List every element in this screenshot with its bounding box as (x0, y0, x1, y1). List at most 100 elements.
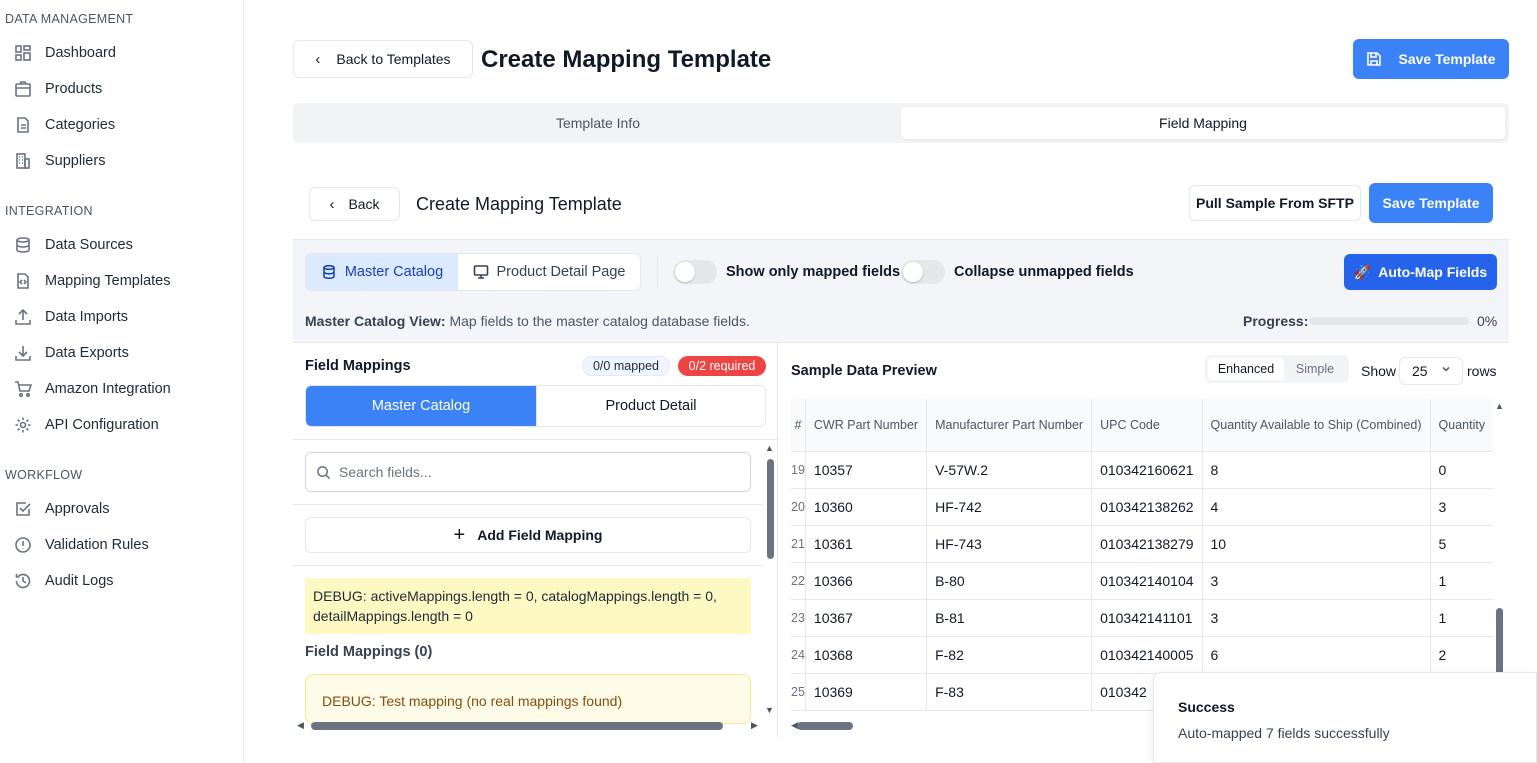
save-template-button[interactable]: Save Template (1353, 39, 1509, 79)
view-product-detail-button[interactable]: Product Detail Page (458, 254, 640, 290)
plus-icon: + (453, 524, 466, 546)
sidebar-item-label: API Configuration (45, 417, 159, 433)
sidebar-item-label: Dashboard (45, 45, 116, 61)
divider (293, 565, 763, 566)
table-cell: 0 (1429, 451, 1493, 489)
save-icon (1366, 51, 1382, 67)
table-cell: 10357 (804, 451, 927, 489)
auto-map-fields-button[interactable]: 🚀 Auto-Map Fields (1344, 254, 1497, 290)
column-header-quantity-combined: Quantity Available to Ship (Combined) (1201, 399, 1431, 452)
sidebar-item-api-configuration[interactable]: API Configuration (0, 410, 244, 440)
table-cell: 10360 (804, 488, 927, 526)
vertical-scrollbar[interactable]: ▲ ▼ (765, 443, 775, 715)
sidebar-item-label: Categories (45, 117, 116, 133)
row-number-cell: 23 (791, 599, 806, 637)
scroll-right-arrow[interactable]: ▶ (751, 720, 758, 731)
sample-data-table-container: # CWR Part Number Manufacturer Part Numb… (791, 399, 1493, 717)
table-row[interactable]: 21 10361 HF-743 010342138279 10 5 (791, 525, 1493, 563)
sidebar-item-validation-rules[interactable]: Validation Rules (0, 530, 244, 560)
table-cell: 3 (1429, 488, 1493, 526)
database-icon (14, 236, 32, 254)
field-mappings-title: Field Mappings (305, 358, 411, 374)
search-fields-input[interactable]: Search fields... (305, 452, 751, 492)
sidebar-item-dashboard[interactable]: Dashboard (0, 38, 244, 68)
table-cell: 1 (1429, 562, 1493, 600)
progress-value: 0% (1477, 313, 1498, 329)
sidebar-item-amazon-integration[interactable]: Amazon Integration (0, 374, 244, 404)
tab-master-catalog[interactable]: Master Catalog (306, 386, 536, 426)
save-template-label: Save Template (1398, 51, 1496, 67)
table-cell: F-83 (926, 673, 1092, 711)
table-row[interactable]: 23 10367 B-81 010342141101 3 1 (791, 599, 1493, 637)
sidebar-item-label: Mapping Templates (45, 273, 171, 289)
table-cell: 010342140005 (1091, 636, 1203, 674)
sidebar-item-audit-logs[interactable]: Audit Logs (0, 566, 244, 596)
mode-enhanced-button[interactable]: Enhanced (1208, 358, 1284, 380)
table-row[interactable]: 20 10360 HF-742 010342138262 4 3 (791, 488, 1493, 526)
scroll-up-arrow[interactable]: ▲ (1495, 401, 1504, 411)
table-row[interactable]: 19 10357 V-57W.2 010342160621 8 0 (791, 451, 1493, 489)
scroll-thumb[interactable] (767, 459, 774, 559)
horizontal-scrollbar[interactable]: ◀ ▶ (297, 720, 761, 732)
table-cell: HF-743 (926, 525, 1092, 563)
table-vertical-scrollbar[interactable]: ▲ (1495, 401, 1505, 681)
sidebar-item-data-sources[interactable]: Data Sources (0, 230, 244, 260)
history-icon (14, 572, 32, 590)
section-title: Create Mapping Template (416, 194, 622, 214)
table-cell: 010342141101 (1091, 599, 1203, 637)
sidebar-item-categories[interactable]: Categories (0, 110, 244, 140)
column-header-quantity: Quantity (1429, 399, 1493, 452)
sidebar-item-suppliers[interactable]: Suppliers (0, 146, 244, 176)
mode-simple-button[interactable]: Simple (1284, 362, 1346, 376)
sidebar-item-products[interactable]: Products (0, 74, 244, 104)
scroll-thumb[interactable] (1496, 608, 1503, 681)
required-count-badge: 0/2 required (678, 356, 766, 376)
sidebar-section-title: INTEGRATION (5, 204, 93, 218)
show-label: Show (1361, 363, 1397, 379)
show-mapped-toggle[interactable] (673, 260, 717, 284)
scroll-up-arrow[interactable]: ▲ (765, 443, 774, 453)
table-row[interactable]: 22 10366 B-80 010342140104 3 1 (791, 562, 1493, 600)
check-square-icon (14, 500, 32, 518)
divider (293, 439, 778, 440)
table-cell: B-81 (926, 599, 1092, 637)
sample-data-title: Sample Data Preview (791, 363, 937, 379)
sidebar-item-label: Products (45, 81, 103, 97)
table-cell: 10366 (804, 562, 927, 600)
view-description-text: Map fields to the master catalog databas… (449, 313, 750, 329)
tab-product-detail[interactable]: Product Detail (536, 386, 765, 426)
tab-field-mapping[interactable]: Field Mapping (901, 107, 1505, 139)
table-cell: 2 (1429, 636, 1493, 674)
rows-per-page-select[interactable]: 25 (1399, 357, 1463, 385)
sidebar-item-label: Data Exports (45, 345, 129, 361)
scroll-left-arrow[interactable]: ◀ (297, 720, 304, 731)
add-field-mapping-button[interactable]: + Add Field Mapping (305, 517, 751, 553)
save-template-secondary-button[interactable]: Save Template (1369, 183, 1493, 223)
page-title: Create Mapping Template (481, 46, 772, 73)
table-cell: 3 (1201, 562, 1431, 600)
sidebar-item-mapping-templates[interactable]: Mapping Templates (0, 266, 244, 296)
table-cell: 10361 (804, 525, 927, 563)
divider (293, 504, 763, 505)
table-horizontal-scrollbar[interactable]: ◀ (791, 720, 1171, 732)
tab-template-info[interactable]: Template Info (297, 107, 899, 139)
back-button[interactable]: ‹ Back (309, 187, 400, 221)
scroll-thumb[interactable] (797, 722, 853, 730)
field-mappings-panel: Field Mappings 0/0 mapped 0/2 required M… (293, 343, 778, 737)
sidebar-item-data-exports[interactable]: Data Exports (0, 338, 244, 368)
sidebar-item-data-imports[interactable]: Data Imports (0, 302, 244, 332)
pull-sample-button[interactable]: Pull Sample From SFTP (1189, 185, 1361, 221)
collapse-unmapped-label: Collapse unmapped fields (954, 264, 1134, 280)
row-number-cell: 19 (791, 451, 806, 489)
table-row[interactable]: 24 10368 F-82 010342140005 6 2 (791, 636, 1493, 674)
view-master-catalog-button[interactable]: Master Catalog (306, 254, 458, 290)
divider (657, 257, 658, 287)
scroll-down-arrow[interactable]: ▼ (765, 705, 774, 715)
scroll-thumb[interactable] (311, 722, 723, 730)
row-number-cell: 20 (791, 488, 806, 526)
sidebar-item-approvals[interactable]: Approvals (0, 494, 244, 524)
column-header-cwr-part-number: CWR Part Number (804, 399, 927, 452)
back-to-templates-button[interactable]: ‹ Back to Templates (293, 40, 473, 78)
column-header-upc-code: UPC Code (1091, 399, 1203, 452)
collapse-unmapped-toggle[interactable] (901, 260, 945, 284)
